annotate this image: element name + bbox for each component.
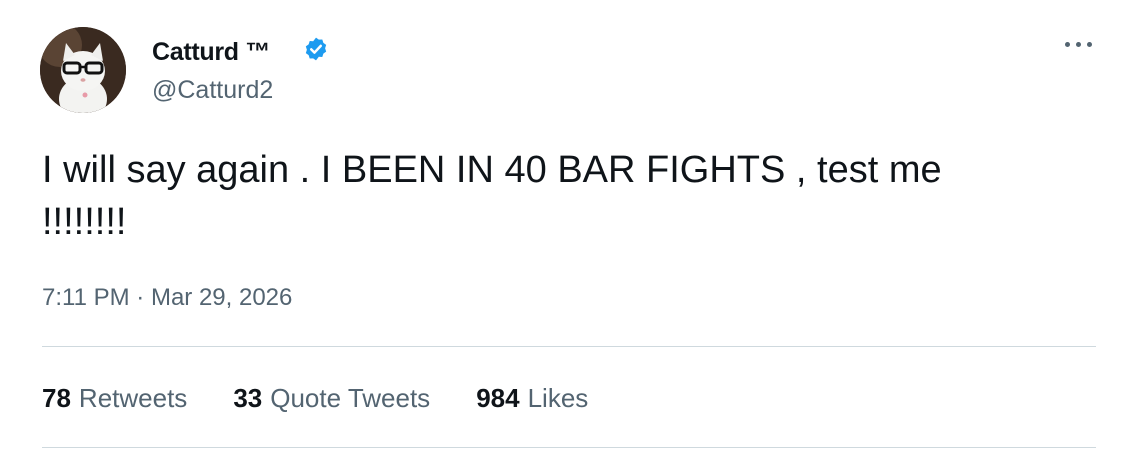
tweet-timestamp[interactable]: 7:11 PM · Mar 29, 2026 [42,284,292,312]
avatar[interactable] [40,27,126,113]
more-dot-icon [1075,41,1081,47]
likes-count: 984 [476,383,520,413]
more-dot-icon [1064,41,1070,47]
cat-avatar-image [40,27,126,113]
tweet-date: Mar 29, 2026 [150,284,293,311]
retweets-stat[interactable]: 78 Retweets [42,383,187,414]
likes-label: Likes [527,383,589,413]
meta-separator: · [136,284,145,311]
quote-tweets-count: 33 [233,383,263,413]
display-name[interactable]: Catturd ™ [152,38,270,67]
more-options-button[interactable] [1058,30,1098,58]
verified-badge-icon [303,36,329,62]
user-handle[interactable]: @Catturd2 [152,76,273,105]
tweet-time: 7:11 PM [42,284,130,311]
tweet-text: I will say again . I BEEN IN 40 BAR FIGH… [42,149,942,243]
retweets-label: Retweets [78,383,188,413]
more-dot-icon [1086,41,1092,47]
likes-stat[interactable]: 984 Likes [476,383,588,414]
retweets-count: 78 [42,383,71,413]
quote-tweets-stat[interactable]: 33 Quote Tweets [233,383,430,414]
quote-tweets-label: Quote Tweets [270,383,431,413]
divider [42,346,1096,347]
divider [42,447,1096,448]
engagement-stats: 78 Retweets 33 Quote Tweets 984 Likes [42,383,634,414]
